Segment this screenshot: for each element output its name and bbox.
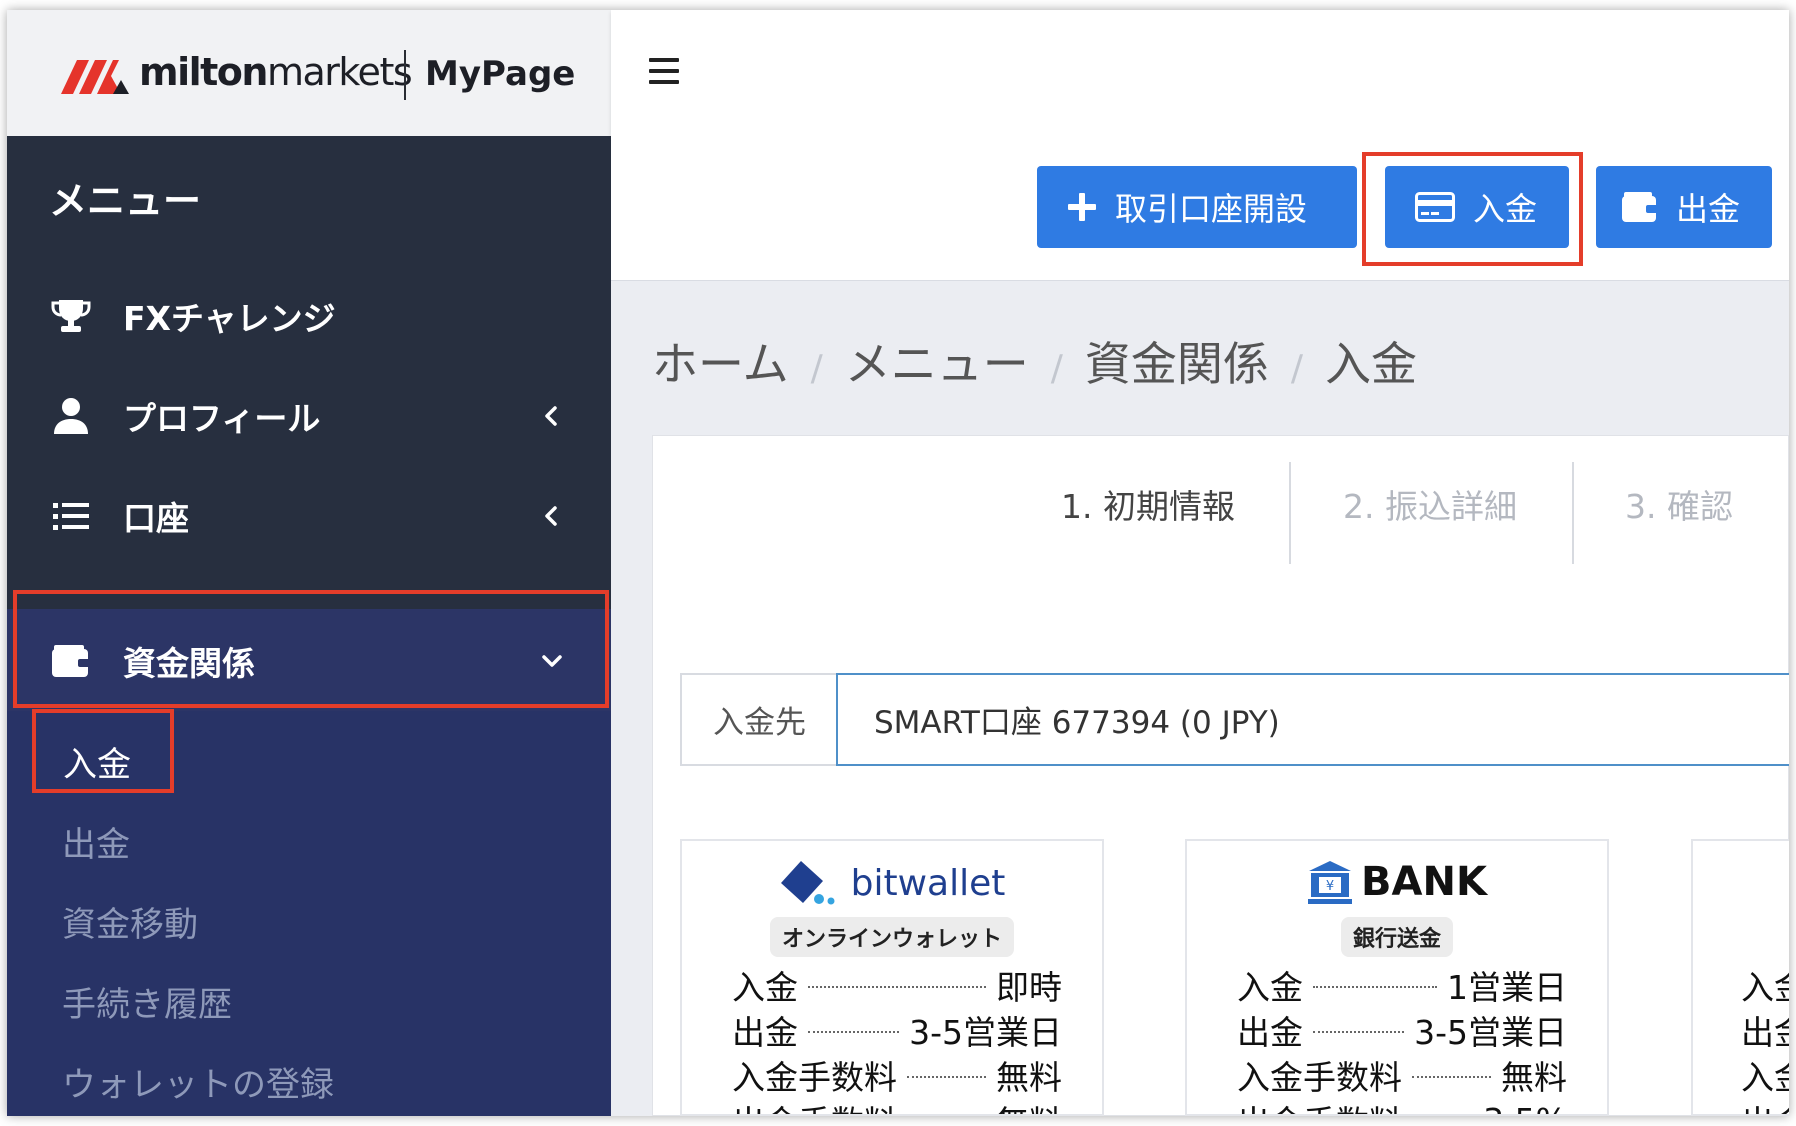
- bank-logo: ¥ BANK: [1187, 859, 1607, 905]
- svg-text:¥: ¥: [1326, 879, 1334, 894]
- step-initial-info[interactable]: 1. 初期情報: [1061, 480, 1235, 528]
- bitwallet-logo-icon: [780, 861, 835, 905]
- submenu-deposit[interactable]: 入金: [63, 737, 131, 786]
- method-row: 出金: [1741, 1013, 1789, 1052]
- deposit-to-select[interactable]: SMART口座 677394 (0 JPY): [836, 673, 1789, 766]
- sidebar-item-label: FXチャレンジ: [123, 299, 336, 338]
- method-row: 出金 3-5営業日: [1237, 1013, 1567, 1052]
- deposit-label: 入金: [1473, 190, 1538, 228]
- deposit-button[interactable]: 入金: [1385, 166, 1569, 248]
- step-transfer-details[interactable]: 2. 振込詳細: [1343, 480, 1517, 528]
- method-name: bitwallet: [850, 862, 1006, 904]
- method-name: BANK: [1361, 859, 1487, 905]
- brand-name[interactable]: miltonmarkets: [139, 50, 413, 94]
- method-badge: 銀行送金: [1340, 917, 1454, 957]
- sidebar: miltonmarkets MyPage メニュー FXチャレンジ プロフィール…: [7, 10, 611, 1116]
- sidebar-item-profile[interactable]: プロフィール: [7, 366, 611, 466]
- app-window: miltonmarkets MyPage メニュー FXチャレンジ プロフィール…: [7, 10, 1789, 1116]
- sidebar-item-account[interactable]: 口座: [7, 466, 611, 566]
- user-icon: [51, 396, 91, 436]
- breadcrumb-separator: /: [1050, 348, 1063, 389]
- chevron-left-icon: [545, 506, 557, 526]
- top-bar: [611, 10, 1789, 136]
- plus-icon: [1067, 192, 1097, 222]
- withdraw-button[interactable]: 出金: [1596, 166, 1772, 248]
- credit-card-icon: [1415, 192, 1455, 222]
- breadcrumb-current: 入金: [1325, 337, 1418, 391]
- submenu-withdraw[interactable]: 出金: [62, 817, 130, 866]
- method-row: 入金: [1741, 968, 1789, 1007]
- action-bar: 取引口座開設 入金 出金: [611, 136, 1789, 281]
- sidebar-item-label: 資金関係: [123, 643, 255, 683]
- method-row: 入金: [1741, 1058, 1789, 1097]
- step-divider: [1572, 462, 1574, 564]
- brand-divider: [404, 50, 406, 100]
- payment-method-third[interactable]: 入金 出金 入金 出金: [1691, 839, 1789, 1116]
- chevron-left-icon: [545, 406, 557, 426]
- method-row: 入金手数料 無料: [1237, 1058, 1567, 1097]
- breadcrumb: ホーム / メニュー / 資金関係 / 入金: [652, 328, 1417, 394]
- breadcrumb-separator: /: [1290, 348, 1304, 389]
- menu-title: メニュー: [49, 179, 202, 223]
- wallet-icon: [1622, 192, 1658, 222]
- breadcrumb-menu[interactable]: メニュー: [845, 328, 1029, 394]
- payment-method-bitwallet[interactable]: bitwallet オンラインウォレット 入金 即時 出金 3-5営業日 入金手数料…: [680, 839, 1104, 1116]
- wallet-icon: [51, 641, 91, 681]
- sidebar-item-label: 口座: [123, 499, 189, 538]
- step-confirm[interactable]: 3. 確認: [1625, 480, 1733, 528]
- breadcrumb-home[interactable]: ホーム: [652, 328, 789, 394]
- sidebar-item-funds[interactable]: 資金関係: [7, 609, 611, 712]
- funds-submenu: 入金 出金 資金移動 手続き履歴 ウォレットの登録: [7, 711, 611, 1116]
- milton-logo-icon: [61, 60, 129, 94]
- deposit-to-label: 入金先: [680, 673, 837, 766]
- method-row: 入金 即時: [732, 968, 1062, 1007]
- sidebar-item-label: プロフィール: [123, 399, 321, 438]
- hamburger-menu-icon[interactable]: [649, 58, 679, 84]
- submenu-history[interactable]: 手続き履歴: [62, 977, 232, 1026]
- payment-method-bank[interactable]: ¥ BANK 銀行送金 入金1営業日 出金3-5営業日 入金手数料無料 出金手数…: [1185, 839, 1609, 1116]
- bitwallet-logo: bitwallet: [682, 859, 1102, 907]
- brand-page-title: MyPage: [425, 54, 576, 94]
- method-row: 出金: [1741, 1096, 1789, 1114]
- brand-header: miltonmarkets MyPage: [7, 10, 611, 136]
- method-row: 出金手数料無料: [732, 1096, 1062, 1114]
- submenu-wallet-register[interactable]: ウォレットの登録: [62, 1057, 334, 1106]
- bank-building-icon: ¥: [1308, 861, 1353, 904]
- chevron-down-icon: [542, 654, 562, 667]
- method-row: 入金手数料 無料: [732, 1058, 1062, 1097]
- method-row: 出金 3-5営業日: [732, 1013, 1062, 1052]
- method-badge: オンラインウォレット: [769, 917, 1015, 957]
- trophy-icon: [51, 296, 91, 336]
- submenu-fund-transfer[interactable]: 資金移動: [62, 897, 198, 946]
- list-icon: [51, 496, 91, 536]
- breadcrumb-funds[interactable]: 資金関係: [1085, 328, 1269, 394]
- open-account-button[interactable]: 取引口座開設: [1037, 166, 1357, 248]
- withdraw-label: 出金: [1676, 190, 1741, 228]
- breadcrumb-separator: /: [810, 348, 823, 389]
- method-row: 出金手数料3.5%: [1237, 1096, 1567, 1115]
- step-divider: [1289, 462, 1291, 564]
- open-account-label: 取引口座開設: [1115, 190, 1308, 228]
- method-row: 入金 1営業日: [1237, 968, 1567, 1007]
- sidebar-item-fx-challenge[interactable]: FXチャレンジ: [7, 266, 611, 366]
